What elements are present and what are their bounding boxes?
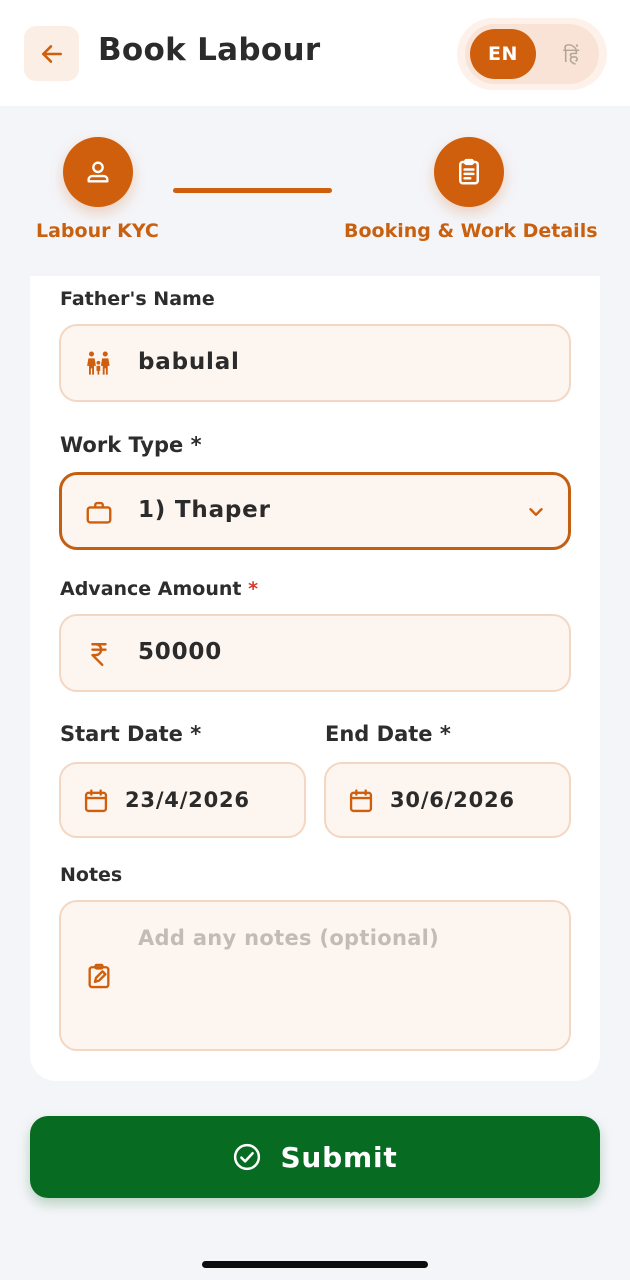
rupee-icon <box>81 636 117 672</box>
required-mark: * <box>248 578 259 600</box>
submit-label: Submit <box>280 1140 398 1174</box>
work-type-value: 1) Thaper <box>138 497 271 523</box>
home-indicator <box>202 1261 428 1268</box>
check-circle-icon <box>234 1143 261 1171</box>
briefcase-icon <box>81 495 117 531</box>
advance-amount-value: 50000 <box>138 639 223 665</box>
step-booking-label: Booking & Work Details <box>344 220 598 242</box>
family-icon <box>81 346 117 382</box>
language-option-hi[interactable]: हिं <box>549 29 593 79</box>
submit-button[interactable]: Submit <box>30 1116 600 1198</box>
back-button[interactable] <box>24 26 79 81</box>
language-toggle[interactable]: EN हिं <box>457 18 607 90</box>
end-date-value: 30/6/2026 <box>390 788 515 812</box>
edit-note-icon <box>81 958 117 994</box>
clipboard-icon <box>459 158 479 185</box>
arrow-left-icon <box>41 44 62 63</box>
fathers-name-label: Father's Name <box>60 288 215 310</box>
notes-textarea[interactable]: Add any notes (optional) <box>59 900 571 1051</box>
advance-amount-input[interactable]: 50000 <box>59 614 571 692</box>
calendar-icon <box>79 784 113 818</box>
advance-amount-label: Advance Amount * <box>60 578 258 600</box>
start-date-field[interactable]: 23/4/2026 <box>59 762 306 838</box>
booking-form-card: Father's Name babulal Work Type * 1) Tha… <box>30 276 600 1081</box>
app-header: Book Labour EN हिं <box>0 0 630 106</box>
end-date-field[interactable]: 30/6/2026 <box>324 762 571 838</box>
start-date-label: Start Date * <box>60 722 202 746</box>
step-kyc-label: Labour KYC <box>36 220 159 242</box>
notes-label: Notes <box>60 864 123 886</box>
fathers-name-value: babulal <box>138 349 240 375</box>
notes-placeholder: Add any notes (optional) <box>138 926 440 950</box>
calendar-icon <box>344 784 378 818</box>
fathers-name-field[interactable]: babulal <box>59 324 571 402</box>
end-date-label: End Date * <box>325 722 451 746</box>
step-kyc-indicator[interactable] <box>63 137 133 207</box>
start-date-value: 23/4/2026 <box>125 788 250 812</box>
page-title: Book Labour <box>98 32 321 68</box>
chevron-down-icon[interactable] <box>521 497 551 527</box>
language-option-en[interactable]: EN <box>470 29 536 79</box>
person-icon <box>87 161 109 183</box>
step-connector <box>173 188 332 193</box>
work-type-label: Work Type * <box>60 433 202 457</box>
language-toggle-track: EN हिं <box>465 24 599 84</box>
advance-amount-label-text: Advance Amount <box>60 578 242 600</box>
work-type-select[interactable]: 1) Thaper <box>59 472 571 550</box>
step-booking-indicator[interactable] <box>434 137 504 207</box>
